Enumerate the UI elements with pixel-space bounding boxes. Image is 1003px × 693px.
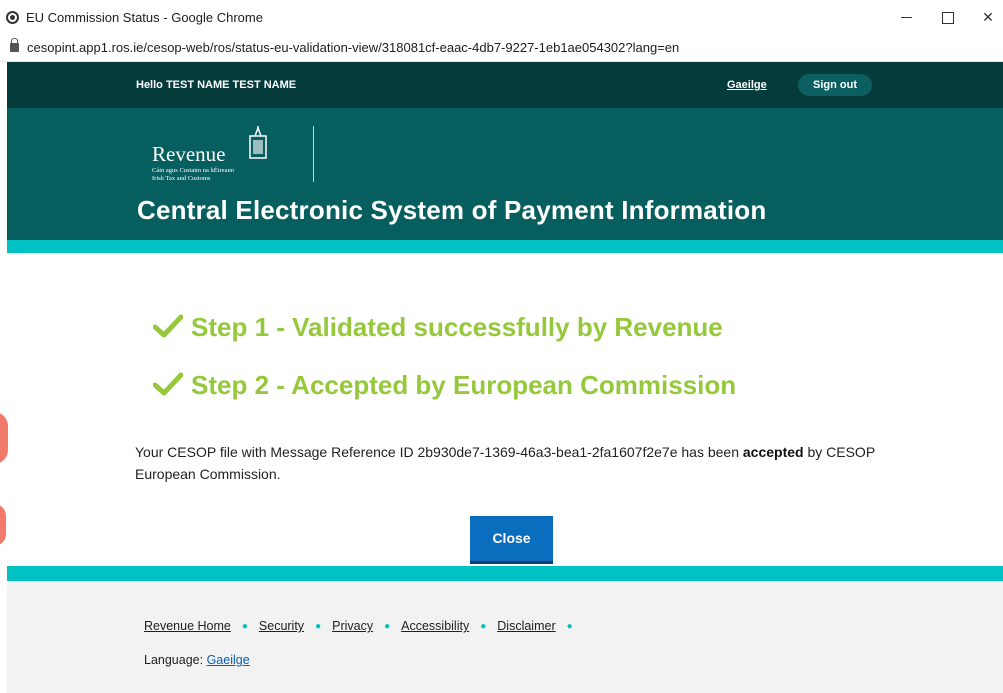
language-label: Language: [144,653,207,667]
message-status-bold: accepted [742,444,804,460]
sign-out-button[interactable]: Sign out [798,74,872,96]
lock-icon [10,38,19,52]
footer-language: Language: Gaeilge [144,653,250,667]
close-button[interactable]: Close [470,516,553,564]
step-2-status: Step 2 - Accepted by European Commission [153,370,736,401]
language-toggle-link[interactable]: Gaeilge [727,79,767,91]
background-window-edge [0,504,6,546]
logo-subtitle-irish: Cáin agus Custaim na hÉireann [152,167,234,174]
logo-divider [313,126,314,182]
footer-link-privacy[interactable]: Privacy [332,619,373,633]
background-window-edge [0,412,8,464]
user-bar: Hello TEST NAME TEST NAME Gaeilge Sign o… [7,62,1003,108]
message-text-pre: Your CESOP file with Message Reference I… [135,444,743,460]
minimize-icon[interactable] [892,4,922,30]
header-banner: Revenue Cáin agus Custaim na hÉireann Ir… [7,108,1003,240]
page-title: Central Electronic System of Payment Inf… [137,195,767,225]
bullet-icon: ● [480,621,487,632]
close-window-icon[interactable]: ✕ [973,4,1003,30]
header-accent-strip [7,240,1003,253]
url-text[interactable]: cesopint.app1.ros.ie/cesop-web/ros/statu… [27,40,679,55]
browser-window: EU Commission Status - Google Chrome ✕ c… [0,0,1003,693]
footer-language-link[interactable]: Gaeilge [207,653,250,667]
footer-accent-strip [7,566,1003,581]
footer-link-accessibility[interactable]: Accessibility [401,619,469,633]
footer-link-security[interactable]: Security [259,619,304,633]
page-footer: Revenue Home ● Security ● Privacy ● Accessibil… [7,581,1003,693]
step-1-label: Step 1 - Validated successfully by Reven… [191,312,723,342]
bullet-icon: ● [241,621,248,632]
user-greeting: Hello TEST NAME TEST NAME [136,79,297,91]
bullet-icon: ● [315,621,322,632]
address-bar[interactable]: cesopint.app1.ros.ie/cesop-web/ros/statu… [0,36,1003,62]
checkmark-icon [153,372,183,396]
maximize-icon[interactable] [933,4,963,30]
checkmark-icon [153,314,183,338]
chrome-title-bar: EU Commission Status - Google Chrome ✕ [0,0,1003,36]
harp-logo-icon [249,126,267,159]
step-1-status: Step 1 - Validated successfully by Reven… [153,312,723,343]
step-2-label: Step 2 - Accepted by European Commission [191,370,737,400]
bullet-icon: ● [384,621,391,632]
revenue-logo-text: Revenue [152,142,226,166]
status-message: Your CESOP file with Message Reference I… [135,441,895,485]
logo-subtitle-english: Irish Tax and Customs [152,175,211,182]
footer-links: Revenue Home ● Security ● Privacy ● Accessibil… [144,619,584,633]
window-title: EU Commission Status - Google Chrome [26,10,263,25]
favicon-icon [6,11,19,24]
bullet-icon: ● [566,621,573,632]
footer-link-disclaimer[interactable]: Disclaimer [497,619,555,633]
footer-link-revenue-home[interactable]: Revenue Home [144,619,231,633]
